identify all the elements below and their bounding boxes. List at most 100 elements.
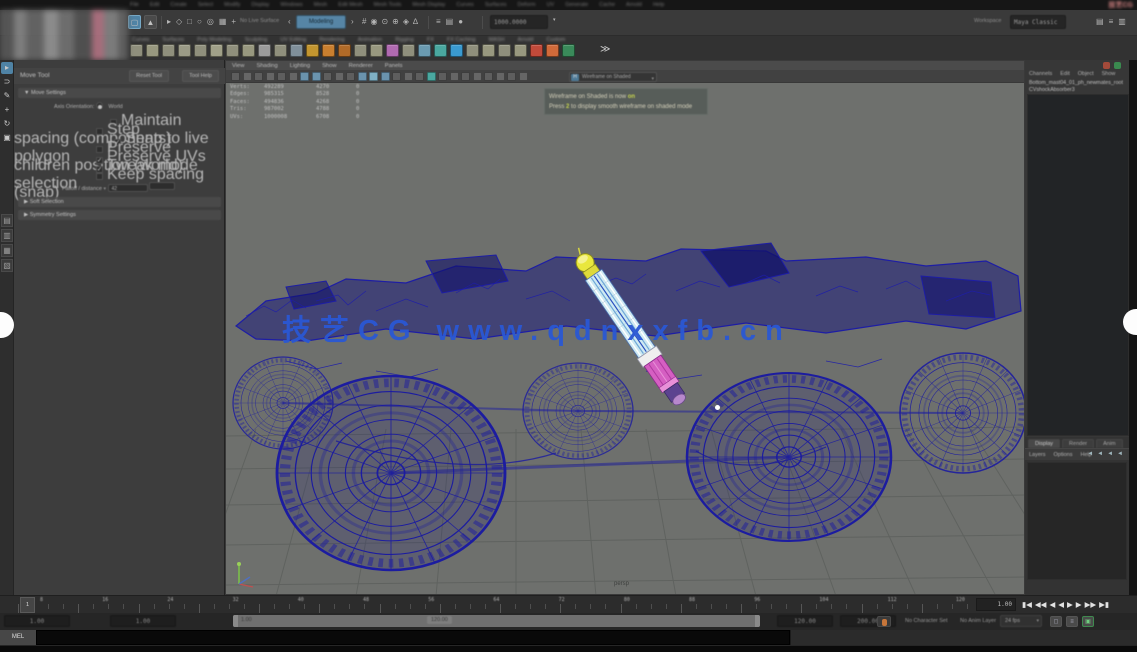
render-icon[interactable]: ● (458, 10, 463, 26)
shelf-tab[interactable]: Poly Modeling (197, 37, 232, 43)
main-menu-item[interactable]: Display (251, 2, 269, 8)
channel-box-menu-item[interactable]: Channels (1029, 71, 1052, 77)
options-menu[interactable]: Options (1054, 452, 1073, 458)
channel-box-red-icon[interactable] (1103, 62, 1110, 69)
shelf-icon[interactable] (210, 44, 223, 57)
panel-toolbar-icon[interactable] (415, 72, 424, 81)
shelf-icon[interactable] (530, 44, 543, 57)
playhead[interactable]: 1 (20, 597, 35, 613)
shelf-tab[interactable]: Rendering (319, 37, 344, 43)
layer-button-icon[interactable]: ◄ (1117, 451, 1123, 457)
panel-menu-item[interactable]: Panels (385, 63, 403, 69)
main-menu-item[interactable]: Surfaces (485, 2, 507, 8)
panel-layout-button[interactable]: ▥ (1, 229, 13, 242)
range-start-handle[interactable] (233, 615, 238, 627)
shelf-icon[interactable] (482, 44, 495, 57)
display-mode-dropdown[interactable]: H Wireframe on Shaded ▾ (569, 72, 657, 82)
layer-button-icon[interactable]: ◄ (1107, 451, 1113, 457)
playback-end-field[interactable]: 120.00 (777, 615, 833, 627)
main-menu-item[interactable]: File (130, 2, 139, 8)
option-checkbox[interactable] (96, 173, 103, 180)
main-menu-item[interactable]: Edit Mesh (338, 2, 362, 8)
shelf-icon[interactable] (546, 44, 559, 57)
shelf-icon[interactable] (322, 44, 335, 57)
shelf-tab[interactable]: Custom (546, 37, 565, 43)
panel-toolbar-icon[interactable] (277, 72, 286, 81)
shelf-icon[interactable] (130, 44, 143, 57)
shelf-tab[interactable]: Arnold (518, 37, 534, 43)
fps-dropdown[interactable]: 24 fps (1000, 615, 1042, 627)
tab-display[interactable]: Display (1028, 439, 1060, 448)
shelf-icon[interactable] (258, 44, 271, 57)
selection-mask-icon[interactable]: + (231, 10, 236, 26)
layers-menu[interactable]: Layers (1029, 452, 1046, 458)
panel-toolbar-icon[interactable] (496, 72, 505, 81)
panel-menu-item[interactable]: View (232, 63, 244, 69)
panel-menu-item[interactable]: Show (322, 63, 337, 69)
field-prev-arrow-icon[interactable]: ‹ (288, 17, 291, 26)
shelf-icon[interactable] (370, 44, 383, 57)
time-slider[interactable]: 81624324048566472808896104112120 1 1.00 … (0, 595, 1137, 613)
shelf-tab[interactable]: Animation (358, 37, 382, 43)
toolbox-tool-icon[interactable]: ⊃ (1, 76, 13, 88)
toolbox-tool-icon[interactable]: ↻ (1, 118, 13, 130)
main-menu-item[interactable]: Edit (150, 2, 159, 8)
tab-anim[interactable]: Anim (1096, 439, 1123, 448)
playback-options-icon[interactable]: ◻ (1050, 616, 1062, 627)
command-language-toggle[interactable]: MEL (0, 630, 36, 645)
selected-shape-name[interactable]: CVshockAbsorber3 (1029, 87, 1129, 93)
toolbox-tool-icon[interactable]: + (1, 104, 13, 116)
panel-toolbar-icon[interactable] (335, 72, 344, 81)
panel-toolbar-icon[interactable] (381, 72, 390, 81)
shelf-icon[interactable] (178, 44, 191, 57)
main-menu-item[interactable]: Mesh Tools (374, 2, 402, 8)
toolbox-tool-icon[interactable]: ✎ (1, 90, 13, 102)
playback-button[interactable]: ◀◀ (1035, 598, 1047, 611)
snap-icon[interactable]: ◈ (403, 10, 409, 26)
script-editor-icon[interactable]: ▣ (1082, 616, 1094, 627)
axis-world-radio[interactable] (96, 102, 103, 109)
tab-render[interactable]: Render (1062, 439, 1094, 448)
playback-button[interactable]: ▶▮ (1099, 598, 1109, 611)
channel-box-green-icon[interactable] (1114, 62, 1121, 69)
playback-button[interactable]: ▶ (1067, 598, 1073, 611)
selection-mask-icon[interactable]: ▸ (167, 10, 171, 26)
anim-layer-label[interactable]: No Anim Layer (960, 618, 996, 624)
panel-layout-button[interactable]: ▤ (1, 214, 13, 227)
selection-mode-icon[interactable]: ▲ (144, 15, 157, 29)
command-input-field[interactable] (36, 630, 790, 645)
shelf-icon[interactable] (338, 44, 351, 57)
field-next-arrow-icon[interactable]: › (351, 17, 354, 26)
shelf-icon[interactable] (274, 44, 287, 57)
layer-list-empty-area[interactable] (1027, 462, 1127, 580)
shelf-icon[interactable] (402, 44, 415, 57)
layer-button-icon[interactable]: ◄ (1087, 451, 1093, 457)
perspective-viewport[interactable]: ViewShadingLightingShowRendererPanels H … (225, 60, 1025, 595)
main-menu-item[interactable]: Arnold (626, 2, 642, 8)
playback-start-field[interactable]: 1.00 (110, 615, 176, 627)
animation-preferences-icon[interactable]: ≡ (1066, 616, 1078, 627)
field-dropdown-arrow-icon[interactable]: ▾ (553, 17, 556, 23)
main-menu-item[interactable]: Cache (599, 2, 615, 8)
panel-toolbar-icon[interactable] (404, 72, 413, 81)
shelf-icon[interactable] (194, 44, 207, 57)
sidebar-toggle-icon[interactable]: ≡ (1109, 10, 1114, 26)
main-menu-item[interactable]: Modify (224, 2, 240, 8)
sidebar-toggle-icon[interactable]: ▥ (1118, 10, 1126, 26)
shelf-tab[interactable]: Sculpting (245, 37, 268, 43)
main-menu-item[interactable]: Mesh (314, 2, 327, 8)
main-menu-item[interactable]: Mesh Display (412, 2, 445, 8)
shelf-tab[interactable]: Curves (132, 37, 149, 43)
panel-toolbar-icon[interactable] (266, 72, 275, 81)
snap-icon[interactable]: ◉ (370, 10, 377, 26)
toolbox-tool-icon[interactable]: ▸ (1, 62, 13, 74)
main-menu-item[interactable]: Windows (280, 2, 302, 8)
panel-menu-item[interactable]: Renderer (349, 63, 373, 69)
main-menu-item[interactable]: Select (198, 2, 213, 8)
sidebar-toggle-icon[interactable]: ▤ (1096, 10, 1104, 26)
panel-toolbar-icon[interactable] (438, 72, 447, 81)
selection-mask-icon[interactable]: ▦ (219, 10, 227, 26)
shelf-icon[interactable] (306, 44, 319, 57)
shelf-icon[interactable] (466, 44, 479, 57)
collapsed-section-header[interactable]: ▶ Soft Selection (18, 197, 221, 207)
